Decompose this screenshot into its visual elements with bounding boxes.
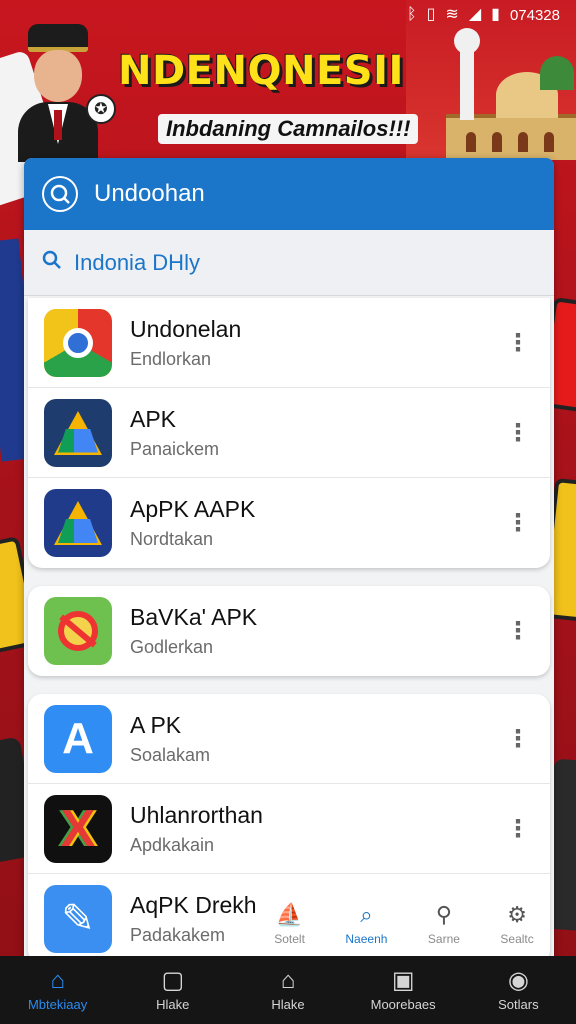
promo-banner: ✪ NDENQNESII Inbdaning Camnailos!!! [0,24,576,162]
inner-nav-item-naeenh[interactable]: ⌕ Naeenh [345,902,387,946]
app-subtitle: Nordtakan [130,529,214,549]
chrome-icon [44,308,112,377]
tab-label: Hlake [156,996,190,1012]
app-group: BaVKa' APK Godlerkan ⋮ [28,586,550,676]
app-title: Undoohan [94,180,205,207]
app-name: A PK [130,711,182,738]
more-options-icon[interactable]: ⋮ [506,814,530,843]
tab-chat[interactable]: ▢ Hlake [123,966,223,1012]
more-options-icon[interactable]: ⋮ [506,724,530,753]
search-icon [42,250,62,276]
more-options-icon[interactable]: ⋮ [506,617,530,646]
settings-icon: ⚙ [507,902,527,927]
bottom-nav: ⌂ Mbtekiaay ▢ Hlake ⌂ Hlake ▣ Moorebaes … [0,956,576,1024]
search-icon: ⚲ [435,902,452,927]
status-time: 074328 [509,6,560,24]
app-name: ApPK AAPK [130,496,256,522]
app-logo-icon[interactable] [42,176,78,212]
app-subtitle: Apdkakain [130,834,215,855]
app-name: Undonelan [130,315,242,342]
banner-title: NDENQNESII [118,48,404,94]
tab-photos[interactable]: ▣ Moorebaes [353,966,453,1012]
tab-label: Mbtekiaay [27,996,88,1012]
signal-icon: ◢ [468,6,482,23]
inner-nav-item-sotelt[interactable]: ⛵ Sotelt [274,902,305,946]
inner-nav: ⛵ Sotelt ⌕ Naeenh ⚲ Sarne ⚙ Sealtc [254,894,554,954]
tab-label: Sotlars [498,996,539,1012]
mosque-illustration [436,28,576,160]
battery-icon: ▮ [491,6,500,23]
search-input[interactable]: Indonia DHly [74,250,200,276]
app-group: Undonelan Endlorkan ⋮ APK Panaickem ⋮ Ap… [28,298,550,568]
app-name: Uhlanrorthan [130,801,263,828]
inner-nav-item-sealtc[interactable]: ⚙ Sealtc [500,902,533,946]
more-options-icon[interactable]: ⋮ [506,328,530,357]
list-item[interactable]: X Uhlanrorthan Apdkakain ⋮ [28,784,550,874]
app-name: BaVKa' APK [130,604,258,630]
emblem-icon: ✪ [86,94,116,124]
app-subtitle: Godlerkan [130,637,214,657]
vibrate-icon: ▯ [426,6,436,23]
app-subtitle: Endlorkan [130,348,212,369]
tab-label: Hlake [271,996,305,1012]
house-outline-icon: ⌂ [280,966,296,994]
bluetooth-icon: ᛒ [406,6,417,23]
chat-icon: ▢ [161,966,185,994]
status-bar: ᛒ ▯ ≋ ◢ ▮ 074328 [0,0,576,30]
magnifier-icon: ⌕ [360,902,373,927]
officer-illustration [18,22,108,162]
inner-nav-label: Sealtc [500,932,534,946]
feather-icon: ✎ [44,885,112,953]
banner-subtitle: Inbdaning Camnailos!!! [158,114,419,144]
list-item[interactable]: A A PK Soalakam ⋮ [28,694,550,784]
x-icon: X [44,794,112,863]
app-subtitle: Soalakam [130,744,211,765]
profile-icon: ◉ [507,966,529,994]
inner-nav-item-sarne[interactable]: ⚲ Sarne [428,902,460,946]
inner-nav-label: Sotelt [274,932,305,946]
wifi-icon: ≋ [445,6,459,23]
list-item[interactable]: ApPK AAPK Nordtakan ⋮ [28,478,550,568]
warning-icon [44,597,112,665]
ship-icon: ⛵ [275,902,304,927]
app-name: APK [130,405,177,432]
home-icon: ⌂ [50,966,65,994]
list-item[interactable]: Undonelan Endlorkan ⋮ [28,298,550,388]
inner-nav-label: Sarne [427,932,460,946]
tab-label: Moorebaes [370,996,436,1012]
list-item[interactable]: BaVKa' APK Godlerkan ⋮ [28,586,550,676]
more-options-icon[interactable]: ⋮ [506,509,530,538]
app-subtitle: Panaickem [130,438,220,459]
appstore-icon: A [44,704,112,773]
list-item[interactable]: APK Panaickem ⋮ [28,388,550,478]
photo-icon: ▣ [391,966,415,994]
drive-icon [44,489,112,557]
tab-home[interactable]: ⌂ Mbtekiaay [8,966,108,1012]
inner-nav-label: Naeenh [345,932,388,946]
more-options-icon[interactable]: ⋮ [506,418,530,447]
tab-house[interactable]: ⌂ Hlake [238,966,338,1012]
tab-profile[interactable]: ◉ Sotlars [468,966,568,1012]
app-bar: Undoohan [24,158,554,230]
drive-icon [44,398,112,467]
app-panel: Undoohan Indonia DHly Undonelan Endlorka… [24,158,554,958]
search-bar[interactable]: Indonia DHly [24,230,554,296]
